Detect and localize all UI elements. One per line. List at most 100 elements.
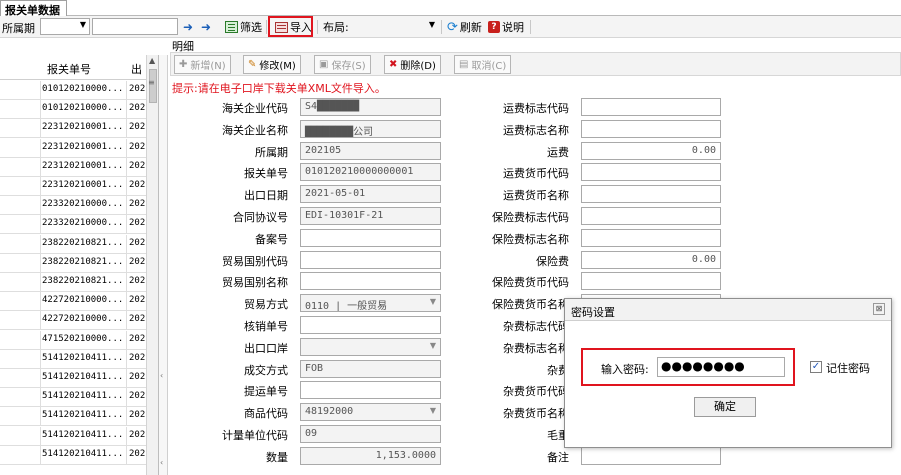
delete-button[interactable]: ✖ 删除(D) [384, 55, 441, 74]
table-row[interactable]: 514120210411... 202 [0, 407, 146, 427]
form-field[interactable]: 0.00 [581, 250, 721, 269]
period-combo[interactable]: ▼ [40, 18, 90, 35]
form-field[interactable] [581, 119, 721, 138]
cell-export-date: 202 [126, 426, 146, 446]
table-row[interactable]: 514120210411... 202 [0, 388, 146, 408]
form-field[interactable]: 1,153.0000 [300, 446, 441, 465]
form-field[interactable]: EDI-10301F-21 [300, 207, 441, 225]
form-field[interactable]: 202105 [300, 141, 441, 160]
toolbar-divider [441, 20, 442, 34]
save-button[interactable]: ▣ 保存(S) [314, 55, 371, 74]
table-row[interactable]: 223120210001... 202 [0, 138, 146, 158]
table-row[interactable]: 223120210001... 202 [0, 177, 146, 196]
remember-password-checkbox[interactable]: ✓ [810, 361, 822, 373]
form-field[interactable]: 09 [300, 425, 441, 443]
help-icon: ? [488, 21, 500, 33]
help-button[interactable]: ? 说明 [488, 19, 524, 35]
form-field[interactable] [300, 228, 441, 247]
panel-splitter[interactable]: ‹ ‹ [159, 55, 168, 475]
filter-label: 筛选 [240, 21, 262, 34]
field-value: 0.00 [691, 253, 716, 265]
go-button[interactable]: ➜ [183, 19, 193, 35]
cell-export-date: 202 [126, 81, 146, 100]
form-field[interactable]: 010120210000000001 [300, 163, 441, 182]
form-field[interactable]: ████████公司 [300, 119, 441, 138]
table-row[interactable]: 238220210821... 202 [0, 273, 146, 292]
field-label: 杂费 [547, 363, 569, 377]
dialog-title: 密码设置 [571, 306, 615, 319]
cell-export-date: 202 [126, 157, 146, 177]
cell-export-date: 202 [126, 119, 146, 139]
table-row[interactable]: 422720210000... 202 [0, 311, 146, 331]
field-value: S4███████ [305, 101, 360, 112]
refresh-button[interactable]: ⟳ 刷新 [447, 19, 482, 35]
form-field[interactable] [300, 250, 441, 269]
form-field[interactable] [581, 98, 721, 116]
filter-button[interactable]: 筛选 [225, 19, 262, 35]
col-header-declaration-no[interactable]: 报关单号 [47, 61, 91, 77]
close-icon[interactable]: ⊠ [873, 303, 885, 315]
form-field[interactable] [581, 272, 721, 291]
table-row[interactable]: 238220210821... 202 [0, 234, 146, 254]
table-row[interactable]: 223320210000... 202 [0, 196, 146, 216]
form-field[interactable] [300, 381, 441, 400]
go-last-button[interactable]: ➜ [201, 19, 211, 35]
field-label: 提运单号 [244, 385, 288, 399]
table-row[interactable]: 514120210411... 202 [0, 445, 146, 465]
table-row[interactable]: 514120210411... 202 [0, 369, 146, 388]
cell-declaration-no: 010120210000... [42, 103, 124, 114]
cell-export-date: 202 [126, 196, 146, 216]
row-indicator [0, 234, 41, 254]
row-indicator [0, 445, 41, 465]
plus-icon: ✚ [179, 59, 188, 70]
ok-button[interactable]: 确定 [694, 397, 756, 417]
tab-strip: 报关单数据 [0, 0, 901, 17]
table-row[interactable]: 238220210821... 202 [0, 253, 146, 273]
table-row[interactable]: 422720210000... 202 [0, 292, 146, 312]
field-value: 48192000 [305, 406, 354, 418]
cell-declaration-no: 223120210001... [42, 122, 124, 133]
form-field[interactable]: FOB [300, 359, 441, 378]
cell-declaration-no: 223120210001... [42, 180, 124, 190]
add-button[interactable]: ✚ 新增(N) [174, 55, 231, 74]
table-row[interactable]: 223120210001... 202 [0, 157, 146, 177]
form-field[interactable] [581, 228, 721, 247]
row-indicator [0, 407, 41, 427]
cell-declaration-no: 514120210411... [42, 372, 124, 382]
table-row[interactable]: 471520210000... 202 [0, 330, 146, 350]
form-field[interactable]: S4███████ [300, 98, 441, 116]
table-row[interactable]: 514120210411... 202 [0, 426, 146, 446]
table-row[interactable]: 223320210000... 202 [0, 215, 146, 235]
cancel-button[interactable]: ▤ 取消(C) [454, 55, 512, 74]
form-field[interactable] [581, 207, 721, 225]
period-label: 所属期 [2, 22, 35, 35]
search-input[interactable] [92, 18, 178, 35]
edit-button[interactable]: ✎ 修改(M) [243, 55, 301, 74]
cell-declaration-no: 514120210411... [42, 391, 124, 402]
form-field[interactable] [581, 163, 721, 182]
table-row[interactable]: 010120210000... 202 [0, 81, 146, 100]
table-row[interactable]: 223120210001... 202 [0, 119, 146, 139]
form-field[interactable] [581, 185, 721, 204]
grid-scrollbar[interactable]: ▲ ≡ [146, 55, 158, 475]
form-field[interactable] [581, 446, 721, 465]
field-label: 运费 [547, 145, 569, 159]
tab-customs-data[interactable]: 报关单数据 [0, 0, 67, 17]
scroll-up-icon[interactable]: ▲ [149, 56, 155, 65]
layout-combo[interactable]: ▼ [355, 18, 439, 35]
form-field[interactable]: ▼ [300, 337, 441, 356]
form-field[interactable]: 0.00 [581, 141, 721, 160]
form-field[interactable]: 48192000 ▼ [300, 403, 441, 422]
form-field[interactable]: 2021-05-01 [300, 185, 441, 204]
form-field[interactable] [300, 272, 441, 291]
col-header-export[interactable]: 出 [131, 61, 142, 77]
field-label: 保险费标志名称 [492, 232, 569, 246]
cell-export-date: 202 [126, 311, 146, 331]
table-row[interactable]: 514120210411... 202 [0, 349, 146, 369]
chevron-down-icon: ▼ [79, 20, 86, 29]
form-field[interactable]: 0110 | 一般贸易 ▼ [300, 294, 441, 313]
grip-icon: ≡ [148, 78, 155, 87]
field-value: 1,153.0000 [375, 449, 436, 461]
form-field[interactable] [300, 316, 441, 334]
table-row[interactable]: 010120210000... 202 [0, 100, 146, 120]
